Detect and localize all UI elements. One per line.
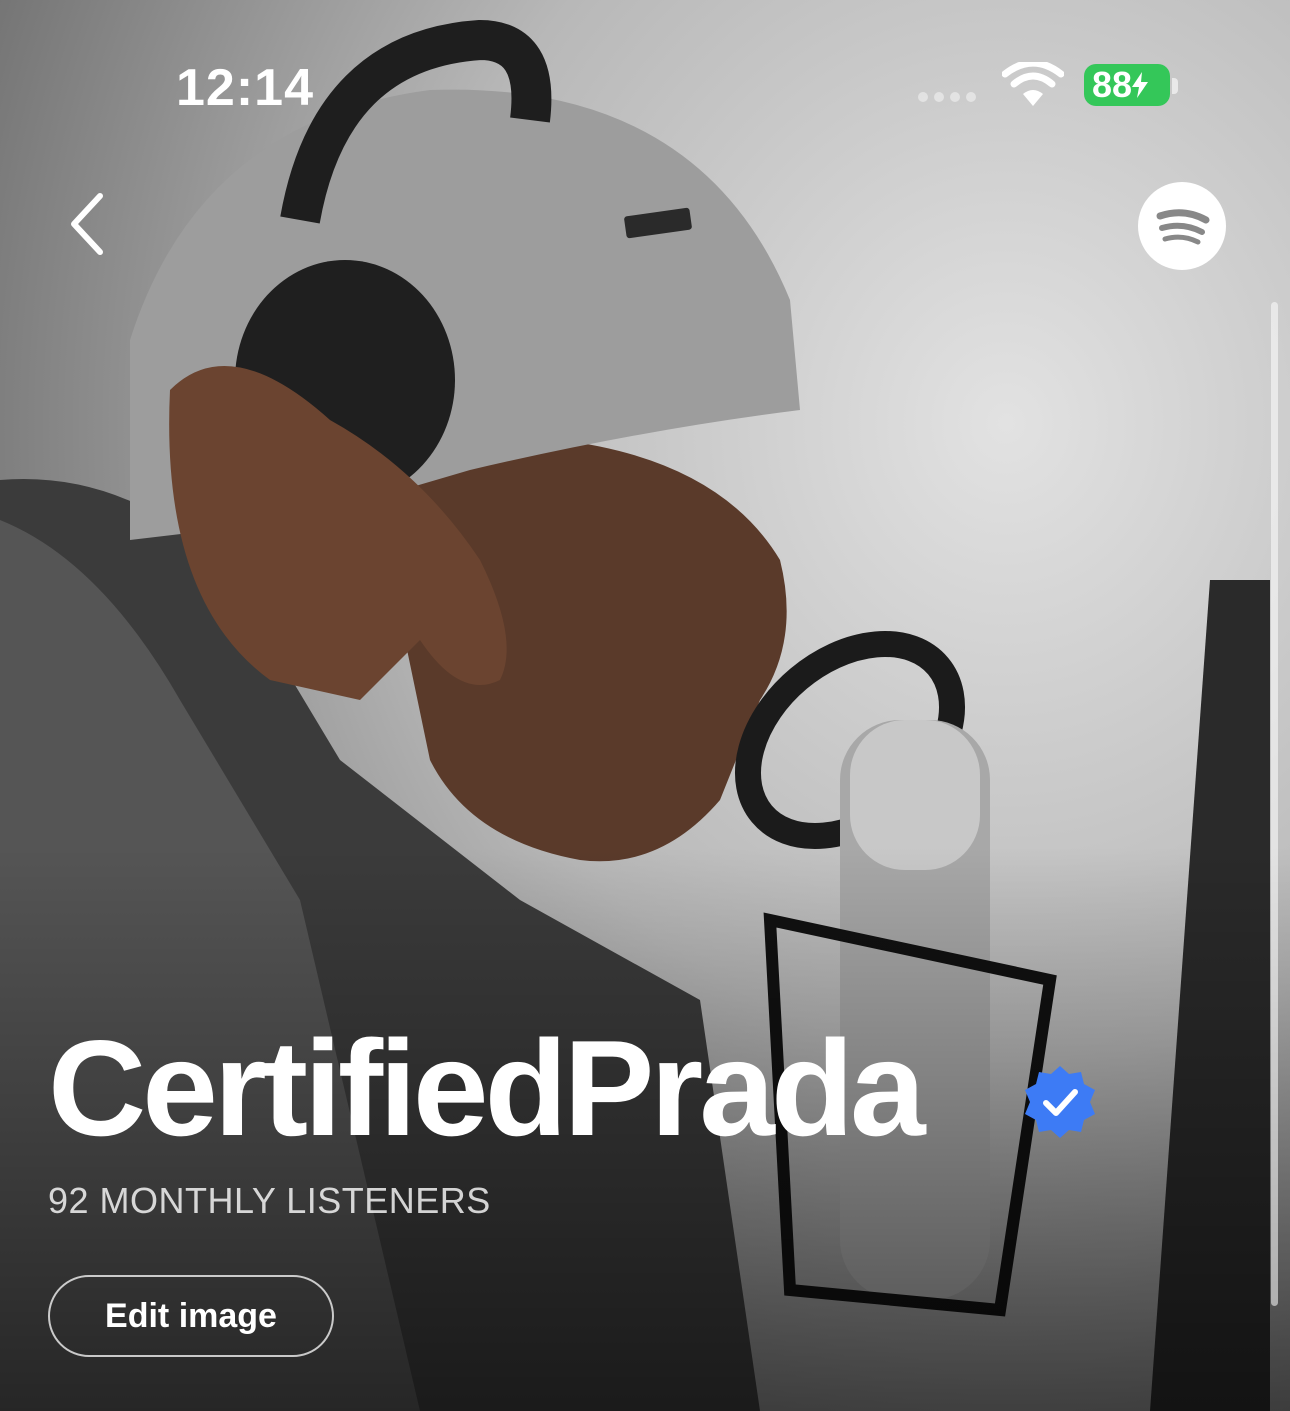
battery-tip [1172,78,1178,94]
monthly-listeners: 92 MONTHLY LISTENERS [48,1180,491,1221]
wifi-icon [1002,62,1064,106]
battery-level: 88 [1092,64,1133,105]
status-time: 12:14 [176,59,314,117]
artist-header: 12:14 88 CertifiedPrada 92 MONTHLY LISTE… [0,0,1290,1411]
verified-badge-icon [1025,1066,1095,1138]
status-bar: 12:14 88 [0,0,1290,140]
chevron-left-icon[interactable] [60,188,116,260]
battery-charging-icon: 88 [1084,64,1170,106]
artist-name: CertifiedPrada [48,1012,926,1164]
charging-bolt-icon [1132,72,1149,98]
scrollbar[interactable] [1271,302,1278,1306]
spotify-logo-icon[interactable] [1138,182,1226,270]
cellular-signal-icon [918,92,976,102]
edit-image-button[interactable]: Edit image [48,1275,334,1357]
